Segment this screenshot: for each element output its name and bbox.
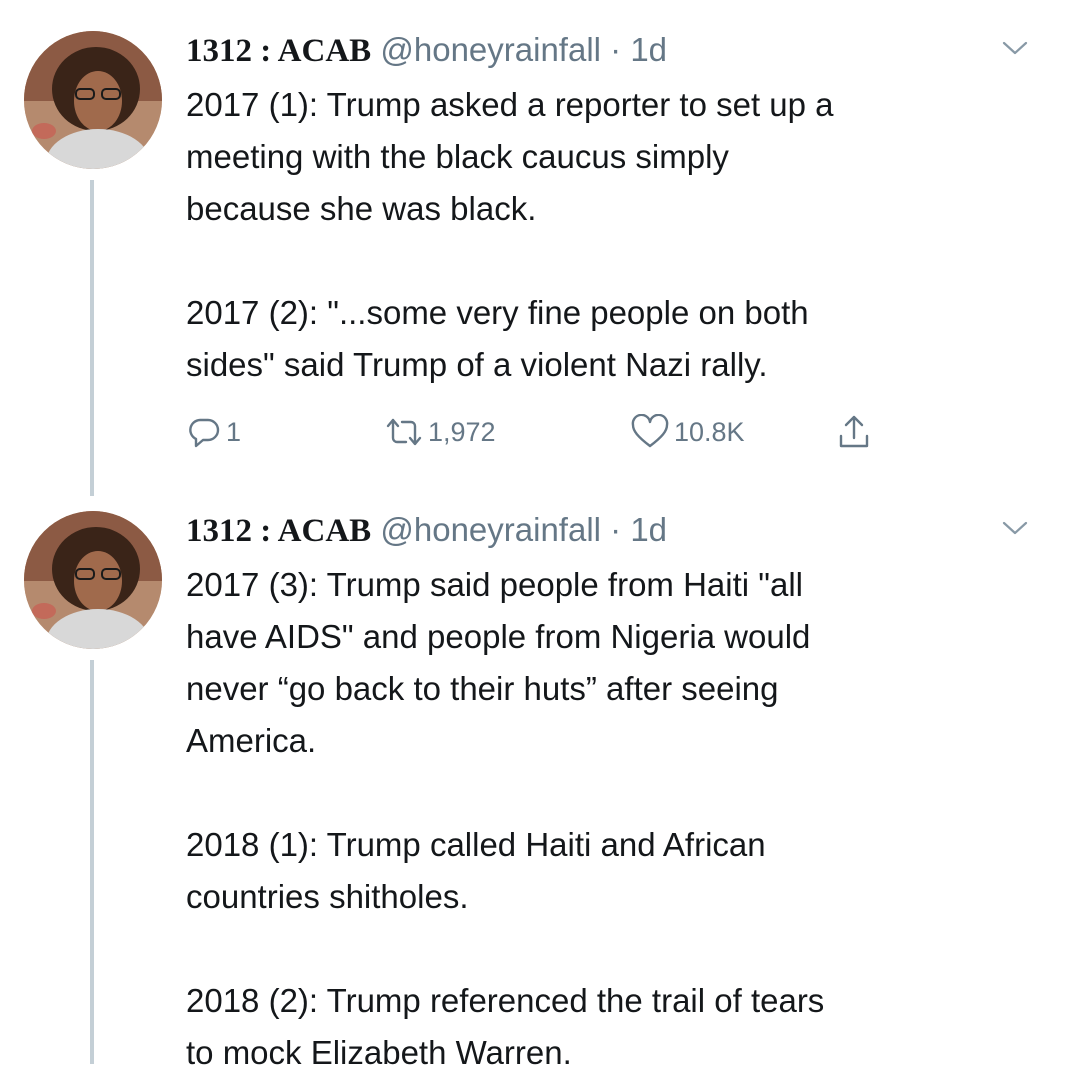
avatar[interactable] bbox=[24, 31, 162, 169]
tweet-header: 1312 : ACAB @honeyrainfall · 1d bbox=[186, 28, 1006, 73]
display-name[interactable]: 1312 : ACAB bbox=[186, 513, 371, 549]
like-button[interactable]: 10.8K bbox=[630, 410, 745, 454]
like-count: 10.8K bbox=[674, 416, 745, 447]
user-handle[interactable]: @honeyrainfall bbox=[380, 511, 601, 548]
thread-connector-line bbox=[90, 180, 94, 496]
display-name[interactable]: 1312 : ACAB bbox=[186, 33, 371, 69]
retweet-icon bbox=[386, 418, 422, 446]
chevron-down-icon[interactable] bbox=[1000, 518, 1030, 538]
reply-count: 1 bbox=[226, 416, 242, 447]
tweet-paragraph: 2017 (2): "...some very fine people on b… bbox=[186, 294, 809, 383]
tweet-paragraph: 2017 (1): Trump asked a reporter to set … bbox=[186, 86, 834, 227]
tweet-text: 2017 (1): Trump asked a reporter to set … bbox=[186, 79, 1006, 391]
heart-icon bbox=[631, 414, 669, 448]
tweet-paragraph: 2018 (1): Trump called Haiti and African… bbox=[186, 826, 766, 915]
tweet-paragraph: 2018 (2): Trump referenced the trail of … bbox=[186, 982, 825, 1071]
chevron-down-icon[interactable] bbox=[1000, 38, 1030, 58]
avatar[interactable] bbox=[24, 511, 162, 649]
separator-dot: · bbox=[610, 511, 622, 548]
timestamp[interactable]: 1d bbox=[630, 511, 667, 548]
share-icon bbox=[839, 415, 869, 448]
retweet-count: 1,972 bbox=[428, 416, 496, 447]
tweet-header: 1312 : ACAB @honeyrainfall · 1d bbox=[186, 508, 1006, 553]
user-handle[interactable]: @honeyrainfall bbox=[380, 31, 601, 68]
retweet-button[interactable]: 1,972 bbox=[384, 410, 496, 454]
timestamp[interactable]: 1d bbox=[630, 31, 667, 68]
thread-connector-line bbox=[90, 660, 94, 1064]
tweet-text: 2017 (3): Trump said people from Haiti "… bbox=[186, 559, 1006, 1079]
tweet-actions: 1 1,972 10.8K bbox=[186, 410, 906, 454]
share-button[interactable] bbox=[836, 410, 876, 454]
tweet-paragraph: 2017 (3): Trump said people from Haiti "… bbox=[186, 566, 811, 759]
reply-button[interactable]: 1 bbox=[186, 410, 241, 454]
reply-icon bbox=[189, 418, 220, 448]
separator-dot: · bbox=[610, 31, 622, 68]
